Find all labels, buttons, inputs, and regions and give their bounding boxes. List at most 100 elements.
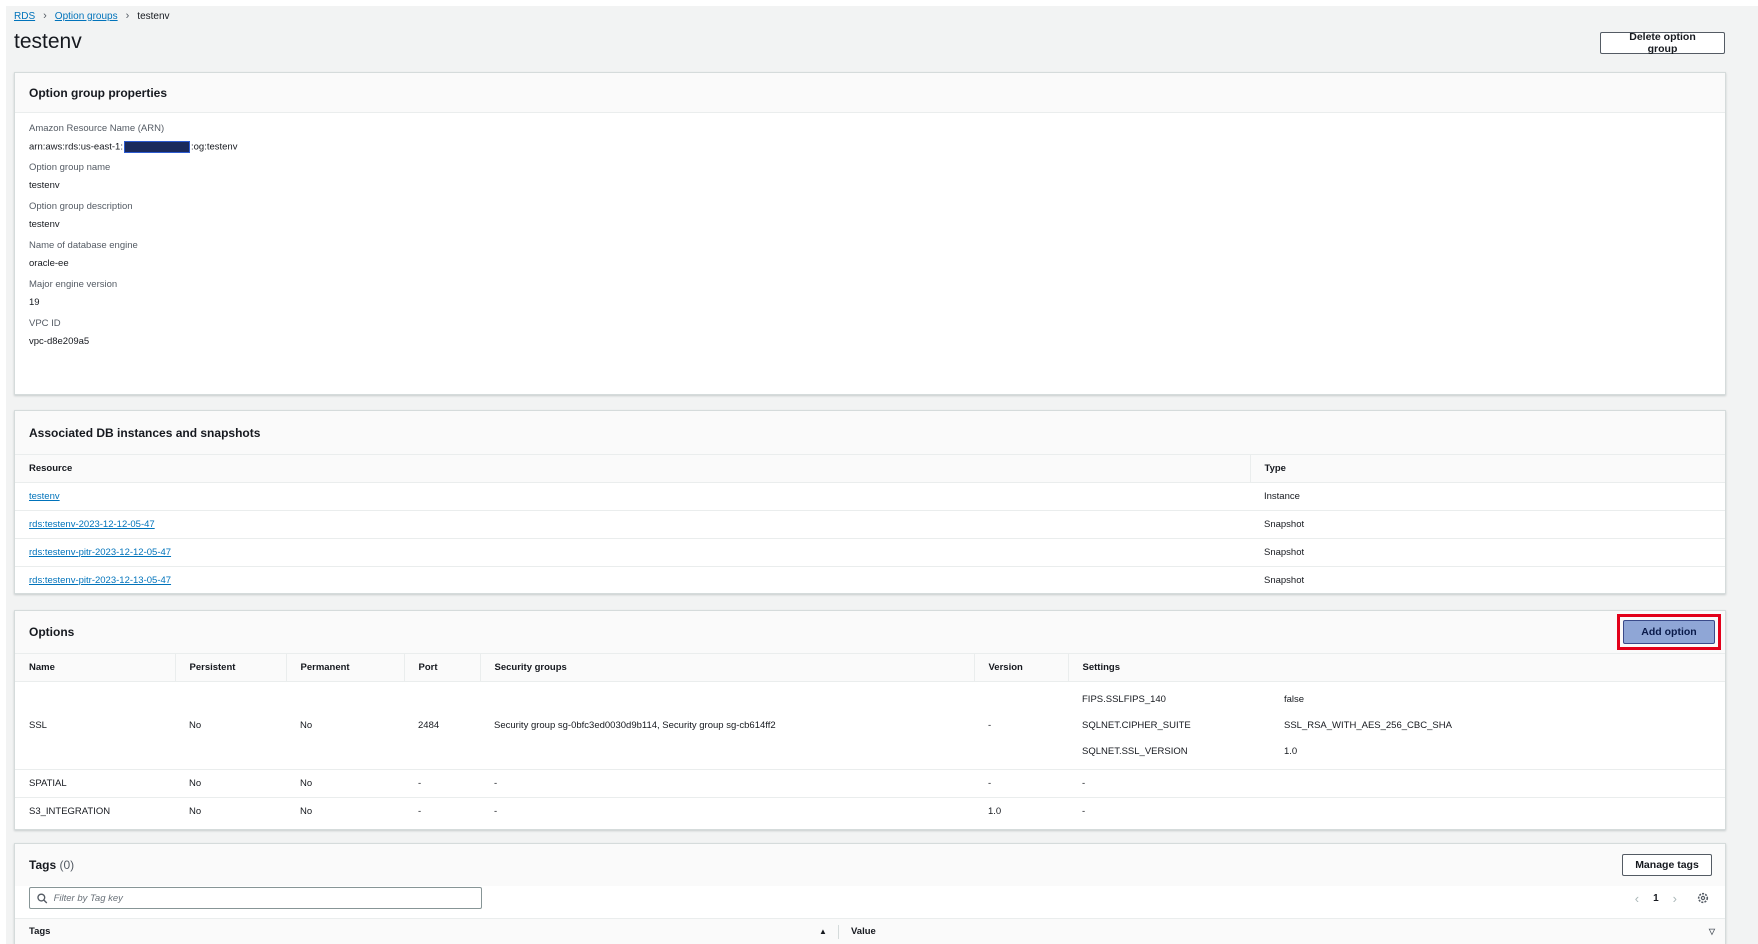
column-header-settings: Settings — [1067, 654, 1725, 682]
highlight-box: Add option — [1617, 614, 1721, 650]
tags-panel: Tags (0) Manage tags ‹ 1 › — [14, 843, 1726, 944]
option-name: S3_INTEGRATION — [29, 805, 111, 817]
setting-value: SSL_RSA_WITH_AES_256_CBC_SHA — [1284, 719, 1452, 731]
arn-label: Amazon Resource Name (ARN) — [29, 123, 165, 134]
column-header-tags[interactable]: Tags — [29, 926, 50, 937]
chevron-right-icon[interactable]: › — [1673, 891, 1677, 906]
option-group-name-label: Option group name — [29, 162, 111, 173]
options-panel: Options Add option Name Persistent Perma… — [14, 610, 1726, 830]
panel-title: Option group properties — [15, 73, 1725, 113]
option-version: - — [974, 769, 1068, 798]
vpc-id-label: VPC ID — [29, 318, 61, 329]
option-persistent: No — [175, 769, 286, 798]
major-engine-version-value: 19 — [29, 297, 40, 308]
option-name: SSL — [15, 681, 175, 770]
vpc-id-link[interactable]: vpc-d8e209a5 — [29, 336, 89, 347]
table-row: SSL No No 2484 Security group sg-0bfc3ed… — [15, 681, 1725, 770]
option-port: - — [418, 805, 422, 817]
option-settings: - — [1082, 805, 1086, 817]
page-number[interactable]: 1 — [1653, 893, 1659, 904]
option-settings: - — [1068, 769, 1725, 798]
option-port: - — [404, 769, 480, 798]
table-row: rds:testenv-2023-12-12-05-47 Snapshot — [15, 510, 1725, 539]
gear-icon[interactable] — [1697, 892, 1709, 904]
database-engine-value: oracle-ee — [29, 258, 69, 269]
option-group-name-field: Option group name testenv — [29, 162, 110, 191]
option-port: 2484 — [404, 681, 480, 770]
tags-count: (0) — [59, 858, 75, 872]
option-group-properties-panel: Option group properties Amazon Resource … — [14, 72, 1726, 395]
add-option-button[interactable]: Add option — [1623, 620, 1715, 644]
resource-type: Snapshot — [1250, 538, 1725, 567]
resource-link[interactable]: rds:testenv-2023-12-12-05-47 — [29, 519, 155, 530]
option-name: SPATIAL — [15, 769, 175, 798]
table-row: testenv Instance — [15, 482, 1725, 511]
breadcrumb-option-groups-link[interactable]: Option groups — [55, 11, 118, 22]
breadcrumb-rds-link[interactable]: RDS — [14, 11, 35, 22]
chevron-right-icon: › — [43, 10, 47, 22]
breadcrumb-current: testenv — [137, 10, 170, 22]
options-table: Name Persistent Permanent Port Security … — [15, 654, 1725, 825]
column-header-name: Name — [15, 654, 175, 682]
resource-link[interactable]: testenv — [29, 491, 60, 502]
resource-link[interactable]: rds:testenv-pitr-2023-12-13-05-47 — [29, 575, 171, 586]
major-engine-version-label: Major engine version — [29, 279, 118, 290]
chevron-left-icon[interactable]: ‹ — [1635, 891, 1639, 906]
filter-row: ‹ 1 › — [29, 886, 1711, 910]
tag-filter-input[interactable] — [53, 892, 474, 904]
database-engine-label: Name of database engine — [29, 240, 138, 251]
resource-type: Instance — [1250, 482, 1725, 511]
tags-header: Tags (0) Manage tags — [15, 844, 1725, 886]
table-row: rds:testenv-pitr-2023-12-13-05-47 Snapsh… — [15, 566, 1725, 594]
setting-key: SQLNET.SSL_VERSION — [1082, 745, 1188, 757]
option-permanent: No — [286, 681, 404, 770]
setting-value: false — [1284, 693, 1305, 705]
setting-key: FIPS.SSLFIPS_140 — [1082, 693, 1166, 705]
option-group-description-value: testenv — [29, 219, 60, 230]
column-header-port: Port — [403, 654, 480, 682]
manage-tags-button[interactable]: Manage tags — [1622, 854, 1712, 876]
arn-suffix: :og:testenv — [190, 141, 238, 153]
search-icon — [37, 892, 48, 903]
arn-prefix: arn:aws:rds:us-east-1: — [29, 141, 123, 153]
option-permanent: No — [286, 769, 404, 798]
option-security-groups: - — [480, 769, 974, 798]
panel-title: Tags (0) — [29, 858, 74, 872]
sort-descending-icon[interactable]: ▽ — [1709, 927, 1715, 936]
tags-table-header: Tags ▲ Value ▽ — [15, 918, 1725, 944]
resource-link[interactable]: rds:testenv-pitr-2023-12-12-05-47 — [29, 547, 171, 558]
option-persistent: No — [175, 681, 286, 770]
table-header-row: Name Persistent Permanent Port Security … — [15, 654, 1725, 682]
table-header-row: Resource Type — [15, 455, 1725, 483]
table-row: SPATIAL No No - - - - — [15, 769, 1725, 798]
arn-field: Amazon Resource Name (ARN) arn:aws:rds:u… — [29, 123, 237, 153]
tags-title: Tags — [29, 858, 57, 872]
tag-filter-field[interactable] — [29, 887, 482, 909]
delete-option-group-button[interactable]: Delete option group — [1600, 31, 1725, 55]
panel-title: Options — [29, 625, 75, 639]
chevron-right-icon: › — [125, 10, 130, 22]
option-group-name-value: testenv — [29, 180, 60, 191]
database-engine-field: Name of database engine oracle-ee — [29, 240, 138, 269]
setting-key: SQLNET.CIPHER_SUITE — [1082, 719, 1191, 731]
option-persistent: No — [189, 805, 202, 817]
breadcrumb: RDS › Option groups › testenv — [14, 10, 170, 22]
redacted-account-id — [123, 141, 190, 153]
column-header-persistent: Persistent — [174, 654, 286, 682]
sort-ascending-icon[interactable]: ▲ — [819, 927, 827, 936]
column-header-value[interactable]: Value — [851, 926, 876, 937]
column-divider — [838, 925, 839, 939]
option-settings: FIPS.SSLFIPS_140 false SQLNET.CIPHER_SUI… — [1068, 681, 1725, 770]
vpc-id-field: VPC ID vpc-d8e209a5 — [29, 318, 89, 347]
option-security-groups: - — [494, 805, 498, 817]
options-header: Options Add option — [15, 611, 1725, 654]
option-group-description-field: Option group description testenv — [29, 201, 133, 230]
arn-value: arn:aws:rds:us-east-1: :og:testenv — [29, 141, 237, 153]
option-group-description-label: Option group description — [29, 201, 133, 212]
associated-instances-panel: Associated DB instances and snapshots Re… — [14, 410, 1726, 594]
setting-value: 1.0 — [1284, 745, 1298, 757]
table-row: S3_INTEGRATION No No - - 1.0 - — [15, 797, 1725, 825]
column-header-type: Type — [1249, 455, 1725, 483]
resource-type: Snapshot — [1264, 574, 1305, 586]
panel-title: Associated DB instances and snapshots — [15, 411, 1725, 455]
